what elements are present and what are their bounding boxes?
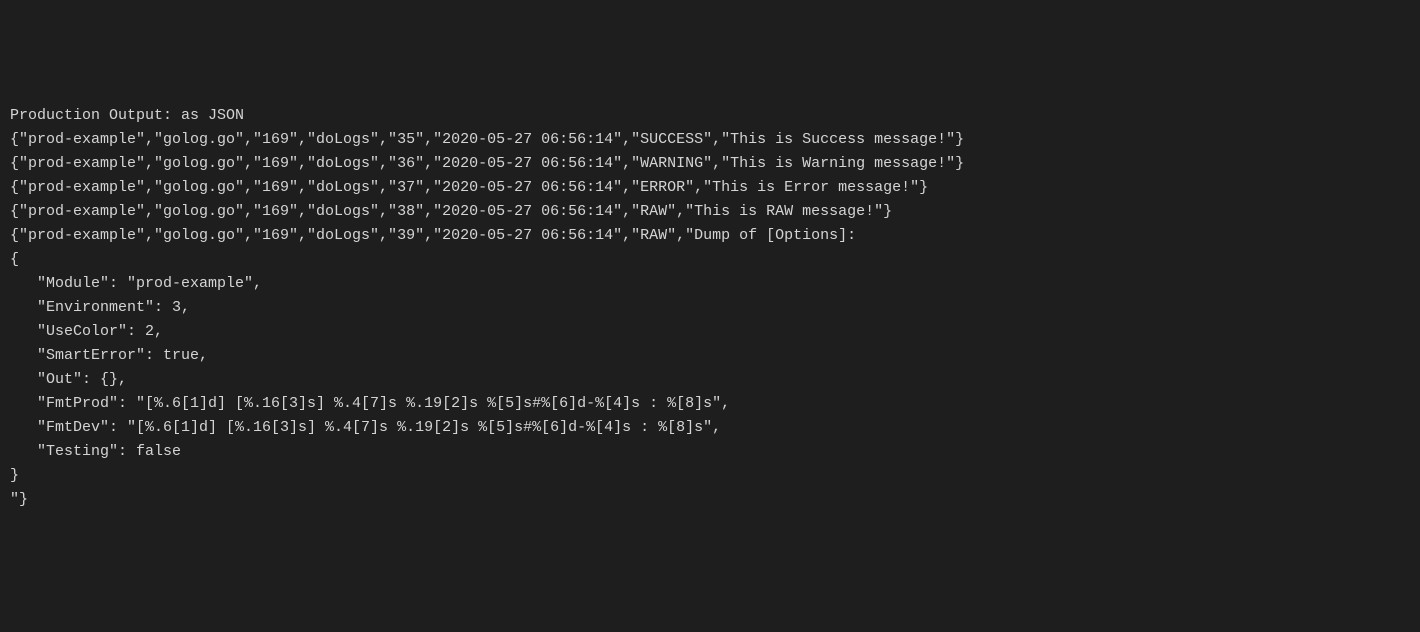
log-line: {"prod-example","golog.go","169","doLogs… [10,128,1410,152]
log-line: {"prod-example","golog.go","169","doLogs… [10,200,1410,224]
log-line: "UseColor": 2, [10,320,1410,344]
log-line: "Environment": 3, [10,296,1410,320]
log-line: { [10,248,1410,272]
log-line: "FmtProd": "[%.6[1]d] [%.16[3]s] %.4[7]s… [10,392,1410,416]
log-line: {"prod-example","golog.go","169","doLogs… [10,224,1410,248]
log-line: "} [10,488,1410,512]
log-line: "FmtDev": "[%.6[1]d] [%.16[3]s] %.4[7]s … [10,416,1410,440]
log-line: {"prod-example","golog.go","169","doLogs… [10,176,1410,200]
log-line: } [10,464,1410,488]
log-line: {"prod-example","golog.go","169","doLogs… [10,152,1410,176]
log-line: "SmartError": true, [10,344,1410,368]
log-line: "Testing": false [10,440,1410,464]
log-line: "Module": "prod-example", [10,272,1410,296]
output-header: Production Output: as JSON [10,104,1410,128]
log-line: "Out": {}, [10,368,1410,392]
